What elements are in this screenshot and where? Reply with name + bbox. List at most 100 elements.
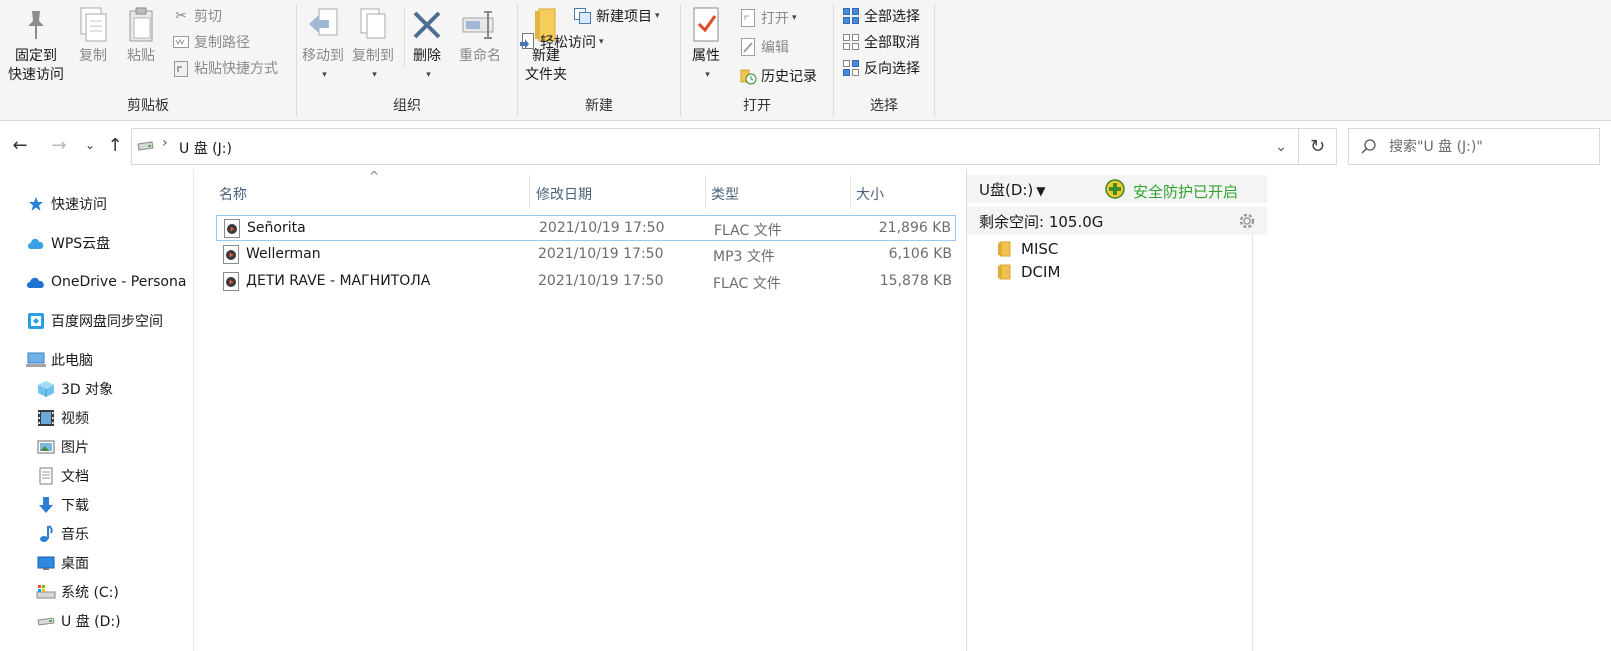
nav-item-baidu-netdisk[interactable]: 百度网盘同步空间 (26, 308, 163, 334)
copy-button[interactable]: 复制 (72, 4, 114, 66)
nav-item-this-pc[interactable]: 此电脑 (26, 347, 93, 373)
move-to-icon (303, 4, 343, 46)
file-date: 2021/10/19 17:50 (538, 246, 664, 262)
properties-label: 属性 (692, 48, 720, 64)
copy-path-button[interactable]: 复制路径 (172, 31, 250, 53)
ribbon-divider (934, 4, 935, 117)
nav-item-quick-access[interactable]: 快速访问 (26, 191, 107, 217)
breadcrumb-separator[interactable]: › (162, 135, 168, 151)
star-icon (26, 194, 46, 214)
picture-icon (36, 437, 56, 457)
easy-access-icon (518, 33, 536, 51)
search-input[interactable] (1389, 131, 1589, 162)
delete-button[interactable]: 删除 ▾ (407, 4, 447, 85)
copy-to-button[interactable]: 复制到 ▾ (349, 4, 397, 85)
nav-item-usb-drive-d[interactable]: U 盘 (D:) (36, 608, 121, 634)
recent-locations-chevron-icon[interactable]: ⌄ (79, 134, 101, 156)
nav-item-pictures[interactable]: 图片 (36, 434, 89, 460)
new-folder-label-line2: 文件夹 (525, 67, 567, 83)
nav-item-documents[interactable]: 文档 (36, 463, 89, 489)
table-row[interactable]: ДЕТИ RAVE - МАГНИТОЛА 2021/10/19 17:50 F… (216, 269, 956, 295)
gear-icon[interactable] (1237, 211, 1257, 231)
search-icon (1349, 138, 1389, 155)
file-date: 2021/10/19 17:50 (539, 220, 665, 236)
move-to-button[interactable]: 移动到 ▾ (299, 4, 347, 85)
back-arrow-icon[interactable]: ← (9, 134, 31, 156)
column-divider[interactable] (529, 175, 530, 209)
column-header-name[interactable]: 名称 (219, 181, 519, 207)
column-header-size[interactable]: 大小 (856, 181, 946, 207)
cut-button[interactable]: ✂ 剪切 (172, 5, 222, 27)
clipboard-group: 固定到 快速访问 复制 粘贴 ✂ 剪切 复制路径 粘贴快捷方式 剪贴板 (0, 0, 296, 121)
side-folder-item[interactable]: MISC (997, 238, 1058, 260)
paste-button[interactable]: 粘贴 (120, 4, 162, 66)
table-row[interactable]: Señorita 2021/10/19 17:50 FLAC 文件 21,896… (216, 215, 956, 241)
search-box[interactable] (1348, 128, 1600, 165)
drive-dropdown[interactable]: U盘(D:) ▼ (979, 179, 1046, 200)
delete-x-icon (407, 4, 447, 46)
breadcrumb-location[interactable]: U 盘 (J:) (179, 138, 232, 158)
music-note-icon (36, 524, 56, 544)
forward-arrow-icon[interactable]: → (48, 134, 70, 156)
address-bar[interactable]: › U 盘 (J:) ⌄ (131, 128, 1299, 165)
column-header-label: 名称 (219, 187, 247, 203)
drive-icon (136, 140, 154, 156)
invert-selection-button[interactable]: 反向选择 (842, 57, 920, 79)
nav-item-onedrive[interactable]: OneDrive - Persona (26, 269, 186, 295)
easy-access-dropdown-icon: ▾ (599, 37, 604, 47)
folder-icon (998, 264, 1011, 280)
open-button[interactable]: 打开 ▾ (739, 7, 797, 29)
nav-item-label: 系统 (C:) (61, 585, 119, 601)
nav-item-videos[interactable]: 视频 (36, 405, 89, 431)
file-name: Wellerman (246, 246, 321, 262)
new-item-icon (574, 7, 592, 25)
safe-status[interactable]: 安全防护已开启 (1105, 179, 1238, 203)
delete-label: 删除 (413, 48, 441, 64)
select-none-label: 全部取消 (864, 35, 920, 51)
nav-item-downloads[interactable]: 下载 (36, 492, 89, 518)
nav-item-desktop[interactable]: 桌面 (36, 550, 89, 576)
film-icon (36, 408, 56, 428)
nav-item-label: 音乐 (61, 527, 89, 543)
address-history-chevron-icon[interactable]: ⌄ (1270, 137, 1292, 157)
side-folder-item[interactable]: DCIM (997, 261, 1060, 283)
easy-access-button[interactable]: 轻松访问 ▾ (518, 31, 604, 53)
organize-group-label: 组织 (393, 98, 421, 114)
open-label: 打开 (761, 11, 789, 27)
up-arrow-icon[interactable]: ↑ (104, 134, 126, 156)
pin-label-line2: 快速访问 (8, 67, 64, 83)
paste-label: 粘贴 (127, 48, 155, 64)
side-panel-header: U盘(D:) ▼ 安全防护已开启 (967, 175, 1267, 203)
drive-dropdown-caret-icon: ▼ (1036, 184, 1046, 198)
column-divider[interactable] (705, 175, 706, 209)
select-none-icon (842, 33, 860, 51)
pin-to-quick-access-button[interactable]: 固定到 快速访问 (4, 4, 68, 85)
properties-button[interactable]: 属性 ▾ (685, 4, 727, 85)
edit-button[interactable]: 编辑 (739, 36, 789, 58)
history-button[interactable]: 历史记录 (739, 65, 817, 87)
nav-item-3d-objects[interactable]: 3D 对象 (36, 376, 113, 402)
document-icon (36, 466, 56, 486)
nav-item-label: 下载 (61, 498, 89, 514)
nav-item-label: 文档 (61, 469, 89, 485)
select-none-button[interactable]: 全部取消 (842, 31, 920, 53)
file-type: FLAC 文件 (714, 223, 782, 239)
download-arrow-icon (36, 495, 56, 515)
nav-item-label: 桌面 (61, 556, 89, 572)
refresh-icon[interactable]: ↻ (1299, 128, 1337, 165)
paste-shortcut-button[interactable]: 粘贴快捷方式 (172, 57, 278, 79)
column-divider[interactable] (850, 175, 851, 209)
move-to-label: 移动到 (302, 48, 344, 64)
nav-item-wps-cloud[interactable]: WPS云盘 (26, 230, 110, 256)
nav-item-music[interactable]: 音乐 (36, 521, 89, 547)
select-all-button[interactable]: 全部选择 (842, 5, 920, 27)
rename-button[interactable]: 重命名 (453, 4, 507, 66)
open-group: 属性 ▾ 打开 ▾ 编辑 历史记录 打开 (681, 0, 833, 121)
column-header-type[interactable]: 类型 (711, 181, 851, 207)
new-item-button[interactable]: 新建项目 ▾ (574, 5, 660, 27)
table-row[interactable]: Wellerman 2021/10/19 17:50 MP3 文件 6,106 … (216, 242, 956, 268)
nav-item-system-drive[interactable]: 系统 (C:) (36, 579, 119, 605)
select-all-label: 全部选择 (864, 9, 920, 25)
usb-drive-side-panel: U盘(D:) ▼ 安全防护已开启 剩余空间: 105.0G MISC DCIM (966, 169, 1267, 651)
column-header-date[interactable]: 修改日期 (536, 181, 696, 207)
